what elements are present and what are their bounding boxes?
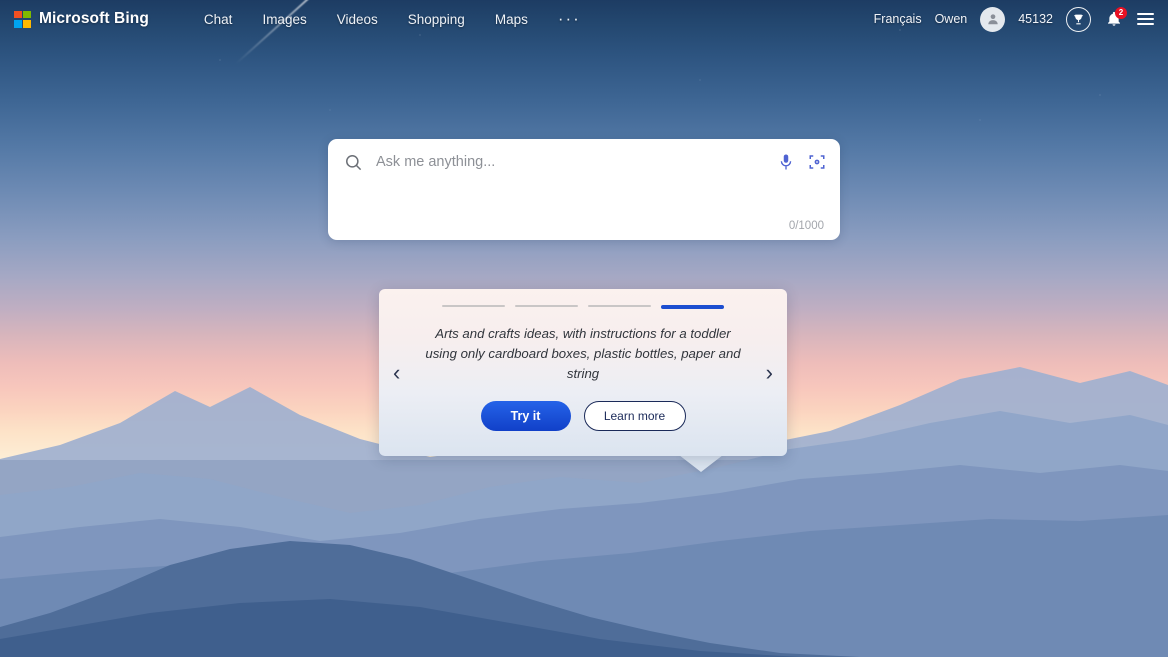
trophy-icon — [1074, 14, 1083, 24]
learn-more-button[interactable]: Learn more — [583, 401, 686, 431]
hamburger-menu-icon[interactable] — [1137, 13, 1154, 25]
nav-item-more[interactable]: ··· — [558, 10, 581, 27]
brand-logo[interactable]: Microsoft Bing — [14, 10, 149, 28]
chevron-left-icon[interactable]: ‹ — [393, 360, 400, 386]
promo-card: Arts and crafts ideas, with instructions… — [379, 289, 787, 456]
carousel-indicators — [379, 289, 787, 309]
microphone-icon — [780, 154, 792, 170]
person-avatar-icon — [988, 14, 998, 25]
user-name[interactable]: Owen — [935, 12, 968, 26]
brand-title: Microsoft Bing — [39, 10, 149, 27]
promo-buttons: Try it Learn more — [379, 401, 787, 431]
rewards-points[interactable]: 45132 — [1018, 12, 1053, 26]
nav-links: Chat Images Videos Shopping Maps ··· — [204, 10, 581, 27]
avatar[interactable] — [980, 6, 1006, 32]
visual-search-icon — [809, 155, 825, 169]
nav-item-shopping[interactable]: Shopping — [408, 12, 465, 27]
search-icon — [344, 153, 363, 172]
search-input[interactable] — [376, 154, 767, 170]
nav-item-chat[interactable]: Chat — [204, 12, 233, 27]
search-input-row — [328, 139, 840, 185]
search-box: 0/1000 — [328, 139, 840, 240]
nav-item-videos[interactable]: Videos — [337, 12, 378, 27]
nav-item-images[interactable]: Images — [262, 12, 306, 27]
microphone-button[interactable] — [777, 153, 795, 171]
header-actions: Français Owen 45132 2 — [874, 6, 1154, 32]
search-actions — [777, 153, 826, 171]
nav-item-maps[interactable]: Maps — [495, 12, 528, 27]
promo-text: Arts and crafts ideas, with instructions… — [425, 326, 741, 381]
top-navigation-bar: Microsoft Bing Chat Images Videos Shoppi… — [0, 0, 1168, 38]
carousel-indicator-2[interactable] — [515, 305, 578, 307]
language-selector[interactable]: Français — [874, 12, 922, 26]
carousel-indicator-1[interactable] — [442, 305, 505, 307]
try-it-button[interactable]: Try it — [480, 401, 571, 431]
visual-search-button[interactable] — [808, 153, 826, 171]
carousel-indicator-3[interactable] — [588, 305, 651, 307]
rewards-button[interactable] — [1066, 6, 1091, 32]
char-counter: 0/1000 — [788, 220, 824, 232]
notification-badge: 2 — [1115, 7, 1127, 19]
notifications-button[interactable]: 2 — [1104, 7, 1127, 30]
card-tail — [679, 455, 723, 472]
microsoft-logo-icon — [14, 10, 31, 28]
chevron-right-icon[interactable]: › — [766, 360, 773, 386]
carousel-indicator-4[interactable] — [661, 305, 724, 309]
